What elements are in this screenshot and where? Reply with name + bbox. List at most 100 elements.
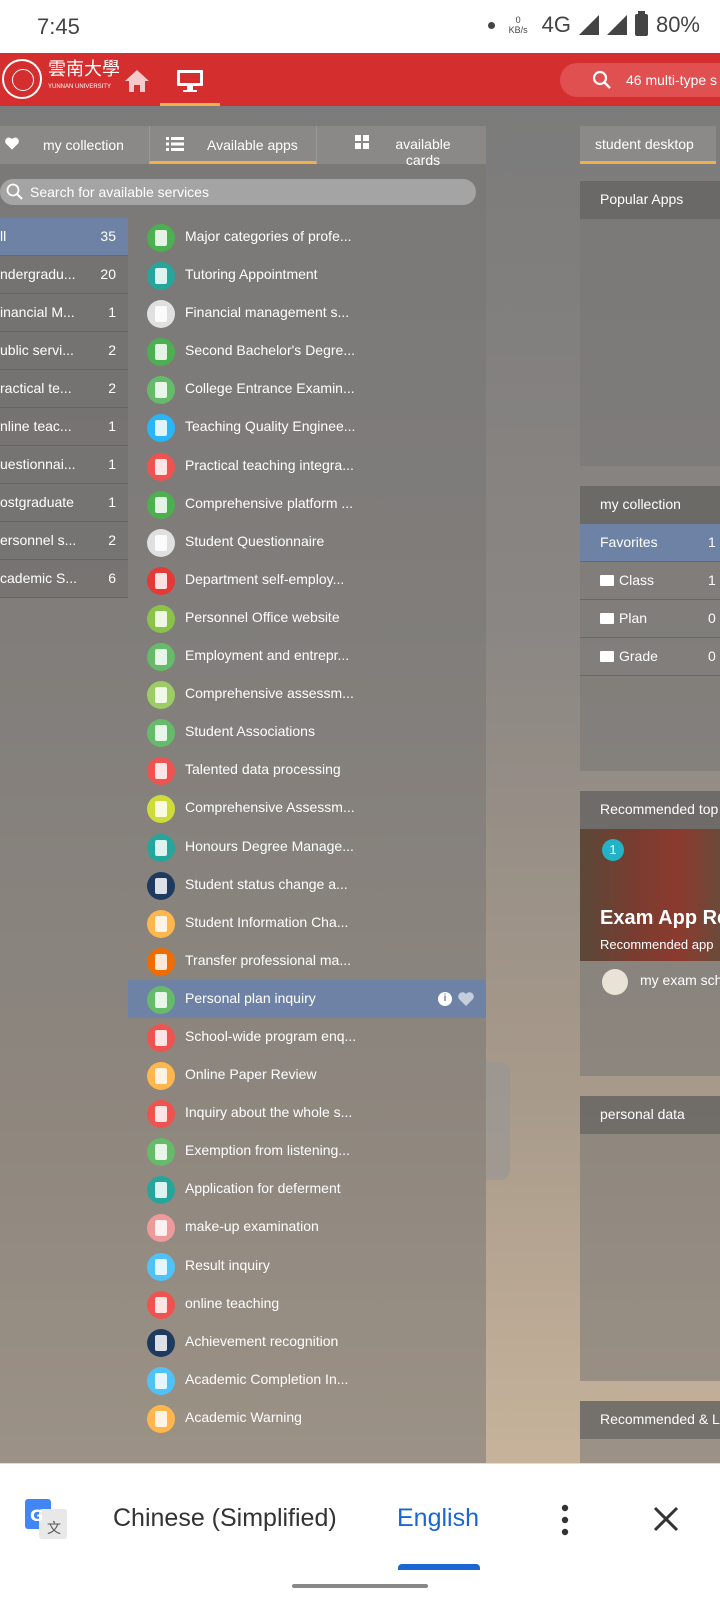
category-list: ll 35 ndergradu... 20 inancial M... 1 ublic… bbox=[0, 218, 128, 598]
app-label: Student Information Cha... bbox=[185, 913, 349, 930]
app-list-item[interactable]: Inquiry about the whole s... bbox=[128, 1094, 486, 1132]
category-item[interactable]: cademic S... 6 bbox=[0, 560, 128, 598]
heart-icon bbox=[5, 137, 19, 150]
recommended-banner[interactable]: 1 Exam App Rec Recommended app bbox=[580, 829, 720, 961]
app-list-item[interactable]: Major categories of profe... bbox=[128, 218, 486, 256]
more-options-icon[interactable] bbox=[560, 1504, 570, 1536]
app-list-item[interactable]: College Entrance Examin... bbox=[128, 370, 486, 408]
collection-folder-label: Grade bbox=[600, 648, 658, 664]
collection-folder-item[interactable]: Favorites 1 bbox=[580, 524, 720, 562]
category-item[interactable]: ersonnel s... 2 bbox=[0, 522, 128, 560]
status-time: 7:45 bbox=[37, 14, 80, 39]
app-list-item[interactable]: Personnel Office website bbox=[128, 599, 486, 637]
app-list-item[interactable]: Financial management s... bbox=[128, 294, 486, 332]
category-name: inancial M... bbox=[0, 304, 75, 320]
app-list-item[interactable]: Online Paper Review bbox=[128, 1056, 486, 1094]
global-search-bar[interactable]: 46 multi-type s bbox=[560, 63, 720, 97]
tab-available-apps[interactable]: Available apps bbox=[149, 126, 317, 164]
app-list-item[interactable]: Student Associations bbox=[128, 713, 486, 751]
svg-text:G: G bbox=[30, 1506, 43, 1525]
collection-folder-item[interactable]: Grade 0 bbox=[580, 638, 720, 676]
app-list-item[interactable]: Achievement recognition bbox=[128, 1323, 486, 1361]
tab-my-collection-label: my collection bbox=[43, 137, 124, 153]
desktop-icon[interactable] bbox=[175, 68, 205, 94]
google-translate-icon[interactable]: G 文 bbox=[25, 1499, 67, 1539]
app-list-item[interactable]: Transfer professional ma... bbox=[128, 942, 486, 980]
app-list-item[interactable]: Exemption from listening... bbox=[128, 1132, 486, 1170]
app-list-item[interactable]: Comprehensive platform ... bbox=[128, 485, 486, 523]
tablet-icon bbox=[147, 1176, 175, 1205]
app-list-item[interactable]: Talented data processing bbox=[128, 751, 486, 789]
app-label: Student Associations bbox=[185, 723, 315, 740]
network-speed: 0 KB/s bbox=[509, 15, 528, 35]
app-label: Practical teaching integra... bbox=[185, 456, 354, 473]
app-list-item[interactable]: Personal plan inquiry i bbox=[128, 979, 486, 1018]
category-item[interactable]: ll 35 bbox=[0, 218, 128, 256]
category-item[interactable]: uestionnai... 1 bbox=[0, 446, 128, 484]
collection-folder-item[interactable]: Class 1 bbox=[580, 562, 720, 600]
app-list-item[interactable]: Employment and entrepr... bbox=[128, 637, 486, 675]
category-item[interactable]: inancial M... 1 bbox=[0, 294, 128, 332]
home-gesture-pill[interactable] bbox=[292, 1584, 428, 1588]
warning-icon bbox=[147, 1404, 175, 1433]
app-list-item[interactable]: Practical teaching integra... bbox=[128, 447, 486, 485]
app-list-item[interactable]: Student status change a... bbox=[128, 866, 486, 904]
recommended-latest-title: Recommended & L bbox=[580, 1401, 720, 1439]
category-item[interactable]: ostgraduate 1 bbox=[0, 484, 128, 522]
global-search-placeholder: 46 multi-type s bbox=[626, 72, 718, 88]
panel-collapse-handle[interactable] bbox=[486, 1062, 510, 1180]
category-item[interactable]: ractical te... 2 bbox=[0, 370, 128, 408]
recommended-latest-card: Recommended & L bbox=[580, 1401, 720, 1463]
close-icon[interactable] bbox=[652, 1505, 680, 1533]
desktop-tab-indicator bbox=[160, 103, 220, 106]
signal-icon-2 bbox=[606, 15, 627, 35]
home-icon[interactable] bbox=[123, 68, 151, 94]
app-list-item[interactable]: Department self-employ... bbox=[128, 561, 486, 599]
app-list-item[interactable]: Teaching Quality Enginee... bbox=[128, 408, 486, 446]
list-icon bbox=[166, 137, 184, 151]
app-list-item[interactable]: Comprehensive assessm... bbox=[128, 675, 486, 713]
search-icon bbox=[592, 70, 611, 89]
app-list-item[interactable]: Result inquiry bbox=[128, 1247, 486, 1285]
collection-folder-item[interactable]: Plan 0 bbox=[580, 600, 720, 638]
service-search-input[interactable]: Search for available services bbox=[0, 179, 476, 205]
panel-tabs: my collection Available apps available c… bbox=[0, 126, 486, 168]
app-list-item[interactable]: online teaching bbox=[128, 1285, 486, 1323]
app-list-item[interactable]: Honours Degree Manage... bbox=[128, 828, 486, 866]
favorite-heart-icon[interactable] bbox=[458, 992, 474, 1006]
app-list-item[interactable]: make-up examination bbox=[128, 1208, 486, 1246]
app-list-item[interactable]: Student Information Cha... bbox=[128, 904, 486, 942]
search-document-icon bbox=[147, 1023, 175, 1052]
book-icon bbox=[147, 1328, 175, 1357]
app-list-item[interactable]: Tutoring Appointment bbox=[128, 256, 486, 294]
category-count: 20 bbox=[100, 266, 116, 282]
app-panel: my collection Available apps available c… bbox=[0, 126, 486, 1463]
my-collection-card: my collection Favorites 1 Class 1 Plan 0 Gr… bbox=[580, 486, 720, 771]
status-bar: 7:45 0 KB/s 4G 80% bbox=[0, 0, 720, 53]
category-item[interactable]: ublic servi... 2 bbox=[0, 332, 128, 370]
app-label: Teaching Quality Enginee... bbox=[185, 418, 356, 435]
tab-student-desktop[interactable]: student desktop bbox=[580, 126, 716, 164]
category-item[interactable]: nline teac... 1 bbox=[0, 408, 128, 446]
category-item[interactable]: ndergradu... 20 bbox=[0, 256, 128, 294]
app-label: Application for deferment bbox=[185, 1180, 341, 1197]
translate-bar: G 文 Chinese (Simplified) English bbox=[0, 1463, 720, 1571]
university-seal-icon[interactable] bbox=[2, 59, 42, 99]
app-list-item[interactable]: School-wide program enq... bbox=[128, 1018, 486, 1056]
info-icon[interactable]: i bbox=[438, 991, 452, 1006]
app-list-item[interactable]: Student Questionnaire bbox=[128, 523, 486, 561]
category-name: ndergradu... bbox=[0, 266, 76, 282]
app-list-item[interactable]: Academic Warning bbox=[128, 1399, 486, 1437]
app-list-item[interactable]: Second Bachelor's Degre... bbox=[128, 332, 486, 370]
id-card-icon bbox=[147, 909, 175, 938]
source-language-option[interactable]: Chinese (Simplified) bbox=[113, 1504, 337, 1533]
recommended-app-item[interactable]: my exam sch bbox=[580, 961, 720, 1001]
target-language-option[interactable]: English bbox=[397, 1504, 479, 1533]
app-list-item[interactable]: Application for deferment bbox=[128, 1170, 486, 1208]
tab-my-collection[interactable]: my collection bbox=[0, 126, 148, 164]
app-list-item[interactable]: Comprehensive Assessm... bbox=[128, 789, 486, 827]
app-list-item[interactable]: Academic Completion In... bbox=[128, 1361, 486, 1399]
category-count: 2 bbox=[108, 342, 116, 358]
folder-icon bbox=[600, 613, 614, 624]
tab-available-cards[interactable]: available cards bbox=[318, 126, 486, 168]
